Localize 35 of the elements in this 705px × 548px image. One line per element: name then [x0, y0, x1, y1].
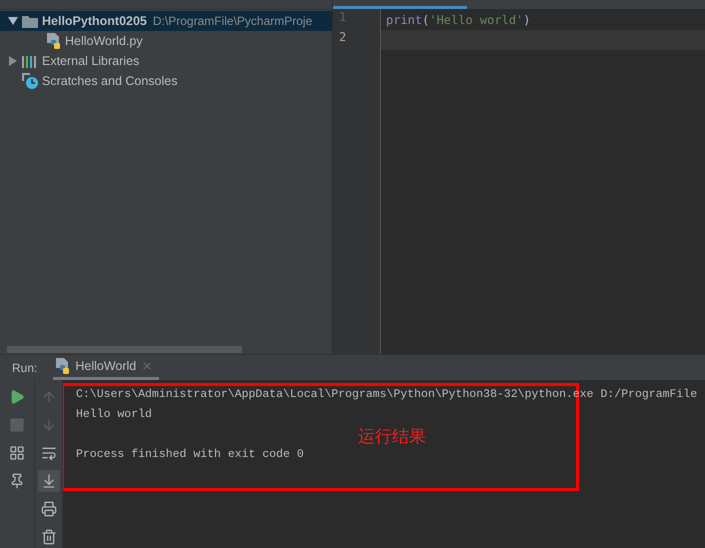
tree-item[interactable]: HelloWorld.py: [0, 31, 332, 51]
annotation-text: 运行结果: [358, 426, 426, 448]
console-output: Hello world: [76, 407, 153, 423]
expanded-arrow-icon[interactable]: [8, 16, 18, 26]
project-path: D:\ProgramFile\PycharmProje: [152, 14, 312, 28]
wrap-icon: [40, 445, 56, 461]
code-text: print('Hello world'): [386, 13, 531, 27]
scratch-clock-icon: [22, 73, 38, 89]
tree-item-label: Scratches and Consoles: [42, 74, 178, 88]
pin-icon: [9, 473, 25, 489]
printer-icon: [40, 501, 56, 517]
library-bars-icon: [22, 54, 38, 68]
close-icon[interactable]: [141, 360, 154, 372]
tree-item[interactable]: HelloPythont0205 D:\ProgramFile\PycharmProje: [0, 11, 332, 31]
tree-item[interactable]: Scratches and Consoles: [0, 71, 332, 91]
tree-item-label: External Libraries: [42, 54, 140, 68]
collapsed-arrow-icon[interactable]: [8, 56, 18, 66]
tree-item-label: HelloPythont0205: [42, 14, 147, 28]
folder-icon: [22, 14, 38, 28]
scroll-to-end-icon: [40, 473, 56, 489]
scrollbar-thumb[interactable]: [7, 346, 242, 352]
python-file-icon: [46, 33, 61, 49]
stop-icon: [9, 417, 25, 433]
down-arrow-icon: [40, 417, 56, 433]
python-file-icon: [55, 358, 70, 374]
layout-icon: [9, 445, 25, 461]
play-icon: [9, 389, 25, 405]
console-exit-message: Process finished with exit code 0: [76, 447, 305, 463]
tree-item-label: HelloWorld.py: [65, 34, 143, 48]
trash-icon: [40, 529, 56, 545]
up-arrow-icon: [40, 389, 56, 405]
tree-item[interactable]: External Libraries: [0, 51, 332, 71]
scroll-to-end-button[interactable]: [38, 470, 60, 492]
line-number: 2: [339, 30, 346, 44]
run-label: Run:: [12, 360, 38, 374]
